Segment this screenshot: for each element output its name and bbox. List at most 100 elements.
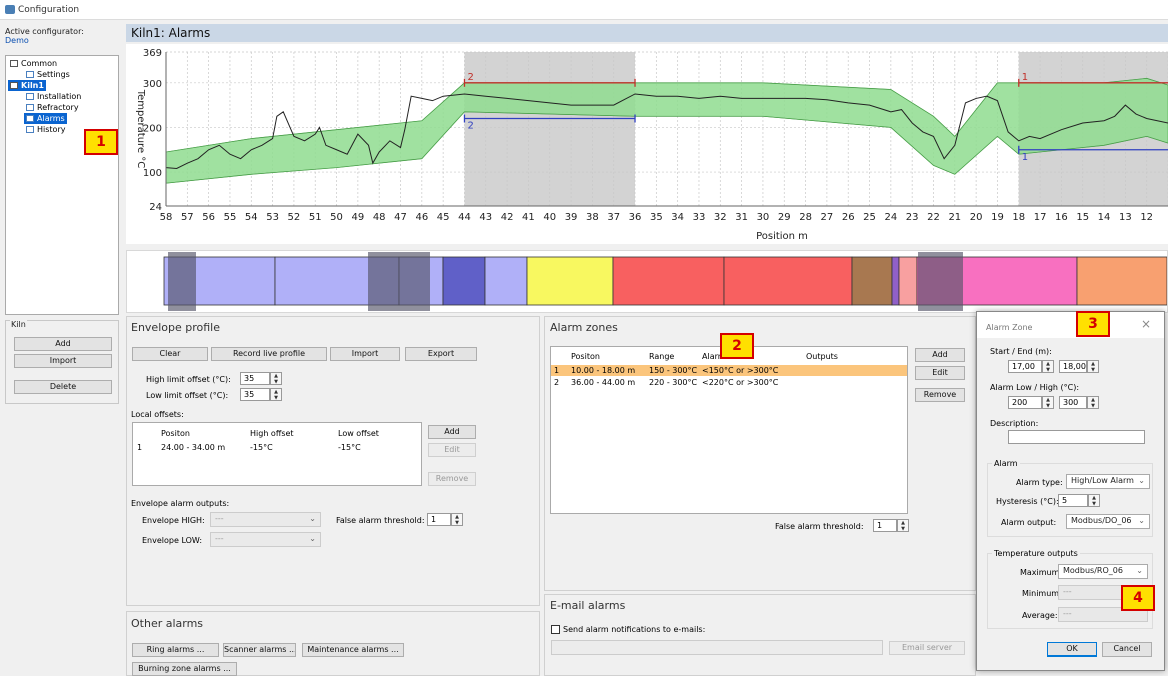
- x-tick-label: 57: [181, 212, 194, 223]
- chart-svg: 11222410020030036958 57 56 55 54 53 52 51 50 49 48…: [135, 48, 1168, 242]
- envelope-false-threshold-input[interactable]: 1: [427, 513, 451, 526]
- clear-button[interactable]: Clear: [132, 347, 208, 361]
- zone-segment[interactable]: [526, 256, 614, 306]
- x-tick-label: 18: [1012, 212, 1025, 223]
- zone-remove-button[interactable]: Remove: [915, 388, 965, 402]
- envelope-high-select[interactable]: --- ⌄: [210, 512, 321, 527]
- zone-segment[interactable]: [891, 256, 900, 306]
- high-limit-label: High limit offset (°C):: [146, 375, 231, 384]
- record-live-profile-button[interactable]: Record live profile: [211, 347, 327, 361]
- end-input[interactable]: 18,00: [1059, 360, 1087, 373]
- zone-false-threshold-input[interactable]: 1: [873, 519, 897, 532]
- config-tree[interactable]: Common Settings Kiln1 Installation Refra…: [5, 55, 119, 315]
- alarm-output-select[interactable]: Modbus/DO_06 ⌄: [1066, 514, 1150, 529]
- zone-segment[interactable]: [484, 256, 528, 306]
- x-tick-label: 52: [288, 212, 301, 223]
- tree-item-kiln1[interactable]: Kiln1: [8, 80, 46, 91]
- alarm-low-input[interactable]: 200: [1008, 396, 1042, 409]
- alarm-high-input[interactable]: 300: [1059, 396, 1087, 409]
- maintenance-alarms-button[interactable]: Maintenance alarms ...: [302, 643, 404, 657]
- kiln-delete-button[interactable]: Delete: [14, 380, 112, 394]
- zone-edit-button[interactable]: Edit: [915, 366, 965, 380]
- hysteresis-spinner[interactable]: ▲ ▼: [1088, 494, 1100, 507]
- tree-item-alarms[interactable]: Alarms: [24, 113, 67, 124]
- zone-segment[interactable]: [723, 256, 853, 306]
- close-icon[interactable]: ×: [1141, 318, 1151, 330]
- x-tick-label: 54: [245, 212, 258, 223]
- callout-1: 1: [84, 129, 118, 155]
- x-tick-label: 46: [415, 212, 428, 223]
- low-limit-label: Low limit offset (°C):: [146, 391, 229, 400]
- zone-overlay: [918, 252, 963, 311]
- alarm-type-select[interactable]: High/Low Alarm ⌄: [1066, 474, 1150, 489]
- start-input[interactable]: 17,00: [1008, 360, 1042, 373]
- export-button[interactable]: Export: [405, 347, 477, 361]
- tree-item-settings[interactable]: Settings: [24, 69, 72, 80]
- send-email-checkbox[interactable]: [551, 625, 560, 634]
- x-tick-label: 30: [757, 212, 770, 223]
- zone-segment[interactable]: [1076, 256, 1168, 306]
- email-list-input[interactable]: [551, 640, 883, 655]
- y-axis-label: Temperature °C: [135, 89, 146, 169]
- table-row[interactable]: 1 10.00 - 18.00 m 150 - 300°C <150°C or …: [551, 365, 907, 376]
- low-limit-input[interactable]: 35: [240, 388, 270, 401]
- table-row[interactable]: 1 24.00 - 34.00 m -15°C -15°C: [133, 441, 421, 453]
- table-row[interactable]: 2 36.00 - 44.00 m 220 - 300°C <220°C or …: [551, 377, 907, 388]
- tree-item-history[interactable]: History: [24, 124, 67, 135]
- maximum-select[interactable]: Modbus/RO_06 ⌄: [1058, 564, 1148, 579]
- tree-item-common[interactable]: Common: [8, 58, 59, 69]
- local-edit-button[interactable]: Edit: [428, 443, 476, 457]
- x-tick-label: 55: [224, 212, 237, 223]
- alarm-zones-table[interactable]: Positon Range Alarm Outputs 1 10.00 - 18…: [550, 346, 908, 514]
- x-tick-label: 33: [693, 212, 706, 223]
- document-icon: [26, 104, 34, 111]
- envelope-false-threshold-spinner[interactable]: ▲ ▼: [451, 513, 463, 526]
- x-tick-label: 26: [842, 212, 855, 223]
- zone-bar[interactable]: [126, 250, 1168, 313]
- envelope-low-select[interactable]: --- ⌄: [210, 532, 321, 547]
- minimum-label: Minimum:: [1022, 589, 1062, 598]
- alarm-group: Alarm Alarm type: High/Low Alarm ⌄ Hyster…: [987, 458, 1153, 537]
- high-limit-input[interactable]: 35: [240, 372, 270, 385]
- scanner-alarms-button[interactable]: Scanner alarms ...: [223, 643, 296, 657]
- cancel-button[interactable]: Cancel: [1102, 642, 1152, 657]
- local-offsets-table[interactable]: Positon High offset Low offset 1 24.00 -…: [132, 422, 422, 486]
- x-tick-label: 19: [991, 212, 1004, 223]
- zone-segment[interactable]: [851, 256, 893, 306]
- alarm-zone-dialog: Alarm Zone × Start / End (m): 17,00 ▲ ▼ 1…: [976, 311, 1165, 671]
- local-add-button[interactable]: Add: [428, 425, 476, 439]
- burning-zone-alarms-button[interactable]: Burning zone alarms ...: [132, 662, 237, 676]
- alarm-low-spinner[interactable]: ▲ ▼: [1042, 396, 1054, 409]
- x-tick-label: 50: [330, 212, 343, 223]
- chevron-down-icon: ⌄: [1138, 476, 1145, 485]
- zone-false-threshold-spinner[interactable]: ▲ ▼: [897, 519, 909, 532]
- kiln-import-button[interactable]: Import: [14, 354, 112, 368]
- description-input[interactable]: [1008, 430, 1145, 444]
- high-limit-spinner[interactable]: ▲ ▼: [270, 372, 282, 385]
- ok-button[interactable]: OK: [1047, 642, 1097, 657]
- hysteresis-input[interactable]: 5: [1058, 494, 1088, 507]
- alarm-high-spinner[interactable]: ▲ ▼: [1087, 396, 1099, 409]
- y-tick-label: 369: [143, 48, 162, 59]
- zone-add-button[interactable]: Add: [915, 348, 965, 362]
- local-remove-button[interactable]: Remove: [428, 472, 476, 486]
- x-tick-label: 22: [927, 212, 940, 223]
- zone-segment[interactable]: [442, 256, 486, 306]
- zone-overlay: [368, 252, 430, 311]
- other-alarms-panel: Other alarms Ring alarms ... Scanner ala…: [126, 611, 540, 676]
- zone-segment[interactable]: [612, 256, 725, 306]
- active-configurator-value[interactable]: Demo: [5, 36, 29, 45]
- x-tick-label: 20: [970, 212, 983, 223]
- tree-item-refractory[interactable]: Refractory: [24, 102, 81, 113]
- zone-segment[interactable]: [898, 256, 918, 306]
- end-spinner[interactable]: ▲ ▼: [1087, 360, 1099, 373]
- kiln-add-button[interactable]: Add: [14, 337, 112, 351]
- zone-high-label: 2: [467, 72, 473, 83]
- email-server-button[interactable]: Email server: [889, 641, 965, 655]
- start-spinner[interactable]: ▲ ▼: [1042, 360, 1054, 373]
- low-limit-spinner[interactable]: ▲ ▼: [270, 388, 282, 401]
- tree-item-installation[interactable]: Installation: [24, 91, 83, 102]
- import-button[interactable]: Import: [330, 347, 400, 361]
- x-tick-label: 12: [1140, 212, 1153, 223]
- ring-alarms-button[interactable]: Ring alarms ...: [132, 643, 219, 657]
